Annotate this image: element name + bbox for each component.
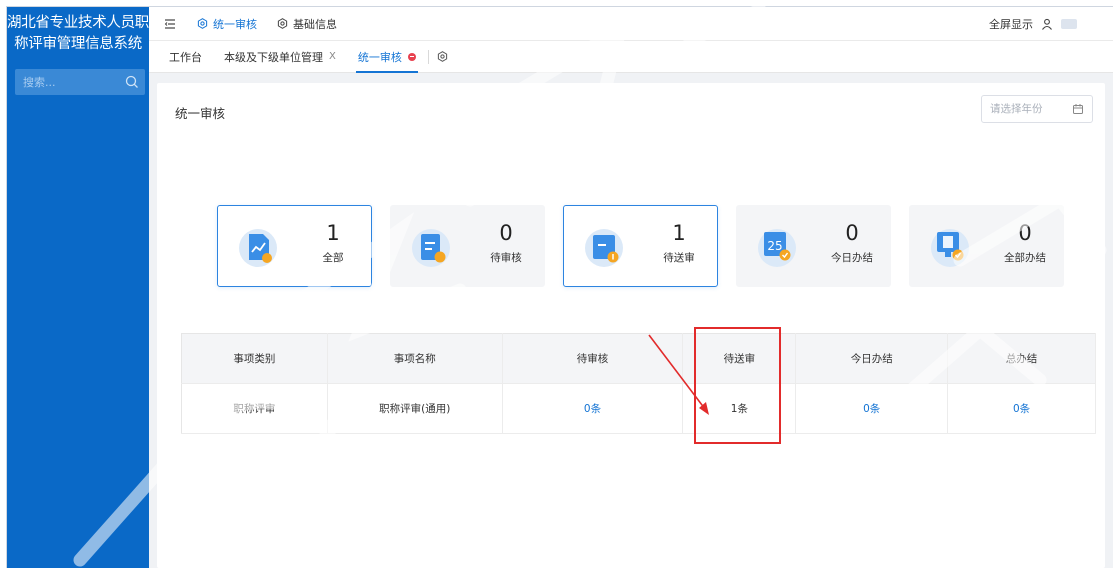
stat-pending-submit-label: 待送审 — [663, 252, 695, 264]
table-header-row: 事项类别 事项名称 待审核 待送审 今日办结 总办结 — [181, 333, 1096, 384]
th-category: 事项类别 — [181, 333, 328, 384]
document-chart-icon — [239, 229, 277, 267]
stat-card-all-done[interactable]: 0 全部办结 — [909, 205, 1064, 287]
stat-all-done-label: 全部办结 — [1004, 252, 1046, 264]
stat-all-value: 1 — [326, 221, 340, 245]
stat-all-label: 全部 — [322, 252, 344, 264]
user-name-redacted[interactable] — [1061, 19, 1077, 29]
search-icon[interactable] — [125, 75, 139, 89]
th-item-name: 事项名称 — [327, 333, 503, 384]
user-icon[interactable] — [1041, 18, 1053, 30]
stat-pending-review-value: 0 — [499, 221, 513, 245]
settings-icon — [197, 18, 208, 29]
document-user-icon — [412, 229, 450, 267]
year-picker[interactable] — [981, 95, 1093, 123]
stat-pending-submit-value: 1 — [672, 221, 686, 245]
tabs-bar: 工作台 本级及下级单位管理 X 统一审核 — [149, 41, 1113, 73]
nav-unified-review[interactable]: 统一审核 — [197, 16, 257, 32]
tab-workbench-label: 工作台 — [169, 50, 202, 64]
stat-card-pending-submit[interactable]: 1 待送审 — [563, 205, 718, 287]
brand-line-2: 称评审管理信息系统 — [14, 36, 142, 52]
tab-divider — [427, 49, 429, 64]
svg-text:25: 25 — [767, 239, 782, 253]
brand-line-1: 湖北省专业技术人员职 — [7, 15, 149, 31]
close-icon[interactable]: X — [329, 51, 336, 62]
stat-card-pending-review[interactable]: 0 待审核 — [390, 205, 545, 287]
app-window: 湖北省专业技术人员职 称评审管理信息系统 统一 — [6, 6, 1113, 568]
cell-today-done-link[interactable]: 0条 — [795, 383, 949, 434]
stat-card-all[interactable]: 1 全部 — [217, 205, 372, 287]
tab-unified-review[interactable]: 统一审核 — [355, 41, 418, 73]
settings-icon — [277, 18, 288, 29]
calendar-25-icon: 25 — [758, 229, 796, 267]
fullscreen-button[interactable]: 全屏显示 — [989, 16, 1033, 32]
tab-unified-review-label: 统一审核 — [357, 50, 402, 64]
monitor-check-icon — [931, 229, 969, 267]
th-today-done: 今日办结 — [795, 333, 949, 384]
topbar-right: 全屏显示 — [989, 7, 1077, 41]
stat-pending-review-label: 待审核 — [490, 252, 522, 264]
main-area: 统一审核 基础信息 全屏显示 工作台 本级及下级单位管理 X 统一审核 统一审核… — [149, 7, 1113, 568]
page-title: 统一审核 — [175, 106, 226, 121]
nav-basic-info[interactable]: 基础信息 — [277, 16, 337, 32]
highlight-annotation-box — [694, 327, 781, 444]
tab-unit-management-label: 本级及下级单位管理 — [224, 50, 323, 64]
stat-card-today-done[interactable]: 25 0 今日办结 — [736, 205, 891, 287]
folder-upload-icon — [585, 229, 623, 267]
stat-today-done-label: 今日办结 — [831, 252, 873, 264]
summary-table: 事项类别 事项名称 待审核 待送审 今日办结 总办结 职称评审 职称评审(通用)… — [181, 333, 1096, 434]
content-panel: 统一审核 1 全部 — [157, 83, 1105, 568]
year-picker-input[interactable] — [990, 103, 1070, 115]
cell-item-name: 职称评审(通用) — [327, 383, 503, 434]
tab-workbench[interactable]: 工作台 — [167, 41, 204, 73]
cell-category: 职称评审 — [181, 383, 328, 434]
menu-toggle-icon[interactable] — [163, 17, 177, 31]
nav-basic-info-label: 基础信息 — [293, 17, 337, 31]
sidebar-search — [15, 69, 145, 95]
top-bar: 统一审核 基础信息 全屏显示 — [149, 7, 1113, 41]
cell-pending-review-link[interactable]: 0条 — [502, 383, 684, 434]
brand-title: 湖北省专业技术人员职 称评审管理信息系统 — [7, 7, 149, 55]
th-pending-review: 待审核 — [502, 333, 684, 384]
th-total-done: 总办结 — [947, 333, 1096, 384]
sidebar: 湖北省专业技术人员职 称评审管理信息系统 — [7, 7, 149, 568]
table-row: 职称评审 职称评审(通用) 0条 1条 0条 0条 — [181, 383, 1096, 434]
tab-unit-management[interactable]: 本级及下级单位管理 X — [222, 41, 338, 73]
settings-icon[interactable] — [437, 51, 448, 62]
cell-total-done-link[interactable]: 0条 — [947, 383, 1096, 434]
stat-all-done-value: 0 — [1018, 221, 1032, 245]
stat-today-done-value: 0 — [845, 221, 859, 245]
tab-close-badge-icon[interactable] — [407, 52, 416, 61]
calendar-icon — [1073, 104, 1083, 114]
sidebar-search-input[interactable] — [15, 75, 115, 89]
nav-unified-review-label: 统一审核 — [213, 17, 257, 31]
